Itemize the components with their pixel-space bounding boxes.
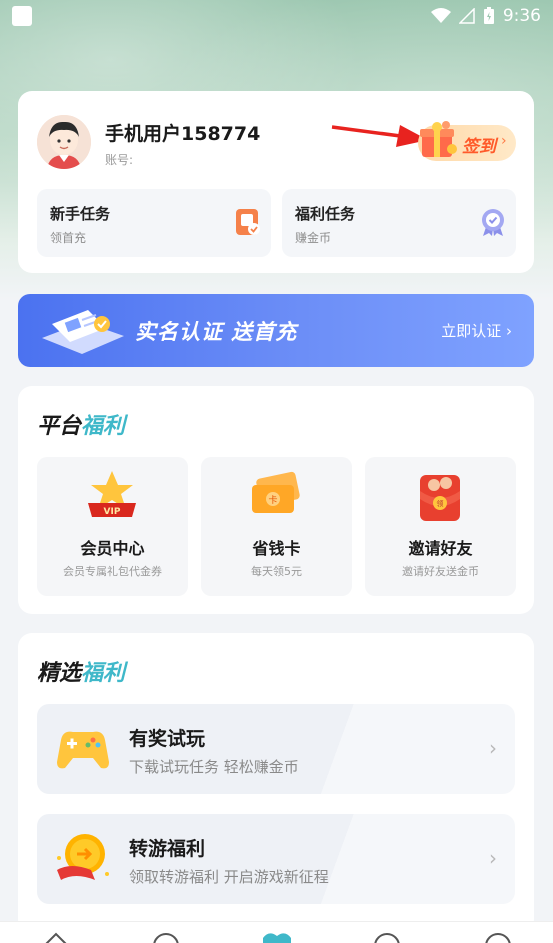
chevron-right-icon: ›	[489, 846, 497, 870]
game-tab-icon[interactable]	[150, 928, 182, 943]
tile-title: 邀请好友	[408, 539, 473, 558]
tile-subtitle: 会员专属礼包代金券	[63, 565, 162, 578]
section-title: 平台福利	[37, 408, 125, 440]
ticket-card-icon: 卡	[252, 471, 300, 513]
gamepad-icon	[57, 731, 109, 769]
task-title: 福利任务	[295, 205, 356, 223]
banner-title: 实名认证 送首充	[135, 320, 298, 344]
phone-task-icon	[236, 209, 260, 235]
status-bar: 9:36	[0, 0, 553, 32]
signal-icon	[458, 8, 475, 24]
selected-welfare-section: 精选福利 有奖试玩 下载试玩任务 轻松赚金币 › 转游福利 领取转游福利 开启游…	[18, 633, 534, 933]
platform-welfare-section: 平台福利 VIP 会员中心 会员专属礼包代金券 卡 省钱卡 每天领5元 领 邀请…	[18, 386, 534, 614]
row-transfer-welfare[interactable]: 转游福利 领取转游福利 开启游戏新征程 ›	[37, 814, 515, 904]
tile-invite-friends[interactable]: 领 邀请好友 邀请好友送金币	[365, 457, 516, 596]
chevron-right-icon: ›	[501, 133, 507, 149]
profile-tab-icon[interactable]	[482, 928, 514, 943]
vip-crown-icon: VIP	[88, 471, 136, 517]
username: 手机用户158774	[105, 123, 261, 145]
task-subtitle: 赚金币	[295, 231, 332, 245]
medal-icon	[482, 209, 504, 236]
row-subtitle: 下载试玩任务 轻松赚金币	[129, 758, 299, 776]
home-icon[interactable]	[40, 928, 72, 943]
svg-text:VIP: VIP	[104, 507, 121, 517]
coin-transfer-icon	[57, 834, 109, 880]
svg-text:领: 领	[437, 499, 444, 508]
svg-text:卡: 卡	[268, 494, 277, 506]
row-subtitle: 领取转游福利 开启游戏新征程	[129, 868, 329, 886]
row-reward-trial[interactable]: 有奖试玩 下载试玩任务 轻松赚金币 ›	[37, 704, 515, 794]
section-title: 精选福利	[37, 655, 125, 687]
avatar-illustration	[37, 115, 91, 169]
task-subtitle: 领首充	[50, 231, 87, 245]
tile-member-center[interactable]: VIP 会员中心 会员专属礼包代金券	[37, 457, 188, 596]
transaction-tab-icon[interactable]	[371, 928, 403, 943]
section-title-main: 精选	[37, 661, 82, 686]
signin-label: 签到	[462, 137, 496, 157]
red-arrow-annotation	[331, 125, 428, 147]
id-card-icon	[42, 310, 124, 354]
realname-verify-banner[interactable]: 实名认证 送首充 立即认证 ›	[18, 294, 534, 367]
row-title: 转游福利	[129, 838, 206, 860]
chevron-right-icon: ›	[489, 736, 497, 760]
status-time: 9:36	[502, 6, 541, 26]
avatar[interactable]	[37, 115, 91, 169]
red-envelope-icon: 领	[420, 475, 460, 521]
signin-button[interactable]: 签到 ›	[418, 121, 516, 161]
bottom-navigation	[0, 921, 553, 943]
app-notification-icon	[12, 6, 32, 26]
account-label: 账号:	[105, 153, 134, 167]
welfare-tab-icon[interactable]	[261, 928, 293, 943]
user-card: 手机用户158774 账号: 签到 › 新手任务 领首充 福利任务 赚金币	[18, 91, 534, 273]
gift-box-icon	[420, 121, 457, 157]
battery-icon	[483, 7, 494, 24]
section-title-accent: 福利	[81, 414, 126, 439]
verify-now-link[interactable]: 立即认证 ›	[441, 320, 512, 341]
tile-title: 会员中心	[80, 539, 145, 558]
welfare-task-card[interactable]: 福利任务 赚金币	[282, 189, 516, 257]
tile-saving-card[interactable]: 卡 省钱卡 每天领5元	[201, 457, 352, 596]
tile-subtitle: 每天领5元	[251, 565, 302, 578]
section-title-main: 平台	[37, 414, 82, 439]
newbie-task-card[interactable]: 新手任务 领首充	[37, 189, 271, 257]
section-title-accent: 福利	[81, 661, 126, 686]
task-title: 新手任务	[50, 205, 111, 223]
tile-subtitle: 邀请好友送金币	[402, 565, 479, 578]
wifi-icon	[430, 8, 451, 23]
tile-title: 省钱卡	[252, 539, 301, 558]
row-title: 有奖试玩	[129, 728, 206, 750]
